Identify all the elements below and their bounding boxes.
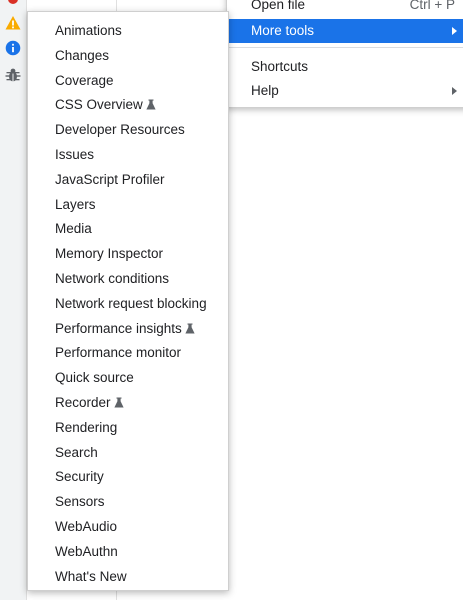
menu-item-label: Open file <box>251 0 306 12</box>
submenu-item-sensors[interactable]: Sensors <box>28 490 228 515</box>
submenu-item-label: Security <box>55 469 104 485</box>
menu-item-shortcuts[interactable]: Shortcuts <box>227 55 463 79</box>
submenu-item-label: Changes <box>55 47 110 63</box>
chevron-right-icon <box>452 27 457 35</box>
submenu-item-rendering[interactable]: Rendering <box>28 416 228 441</box>
submenu-item-label: Sensors <box>55 494 105 510</box>
submenu-item-network-conditions[interactable]: Network conditions <box>28 267 228 292</box>
submenu-item-webaudio[interactable]: WebAudio <box>28 515 228 540</box>
more-tools-submenu: Animations Changes Coverage CSS Overview Dev… <box>27 11 229 591</box>
submenu-item-label: Search <box>55 444 98 460</box>
submenu-item-label: Performance monitor <box>55 345 182 361</box>
submenu-item-animations[interactable]: Animations <box>28 19 228 44</box>
submenu-item-label: WebAudio <box>55 518 118 534</box>
menu-item-label: More tools <box>251 23 315 38</box>
submenu-item-label: Developer Resources <box>55 122 185 138</box>
submenu-item-layers[interactable]: Layers <box>28 193 228 218</box>
bug-icon[interactable] <box>5 67 21 83</box>
menu-item-label: Help <box>251 83 279 98</box>
submenu-item-performance-monitor[interactable]: Performance monitor <box>28 341 228 366</box>
submenu-item-label: Issues <box>55 146 95 162</box>
submenu-item-label: Coverage <box>55 72 114 88</box>
submenu-item-performance-insights[interactable]: Performance insights <box>28 317 228 342</box>
submenu-item-label: Network conditions <box>55 270 170 286</box>
error-icon[interactable] <box>8 0 18 4</box>
info-icon[interactable] <box>5 40 21 56</box>
submenu-item-memory-inspector[interactable]: Memory Inspector <box>28 242 228 267</box>
submenu-item-issues[interactable]: Issues <box>28 143 228 168</box>
submenu-item-label: Quick source <box>55 370 134 386</box>
submenu-item-label: Memory Inspector <box>55 246 164 262</box>
menu-item-help[interactable]: Help <box>227 79 463 103</box>
context-menu: Open file Ctrl + P More tools Shortcuts … <box>226 0 463 108</box>
submenu-item-network-request-blocking[interactable]: Network request blocking <box>28 292 228 317</box>
submenu-item-media[interactable]: Media <box>28 217 228 242</box>
experiment-flask-icon <box>185 323 195 334</box>
menu-item-shortcut: Ctrl + P <box>409 0 455 12</box>
submenu-item-changes[interactable]: Changes <box>28 44 228 69</box>
experiment-flask-icon <box>146 99 156 110</box>
submenu-item-search[interactable]: Search <box>28 441 228 466</box>
submenu-list: Animations Changes Coverage CSS Overview Dev… <box>28 12 228 589</box>
submenu-item-label: Layers <box>55 196 96 212</box>
submenu-item-label: Performance insights <box>55 320 182 336</box>
left-sidebar <box>0 0 27 600</box>
submenu-item-webauthn[interactable]: WebAuthn <box>28 540 228 565</box>
submenu-item-label: Animations <box>55 23 122 38</box>
warning-icon[interactable] <box>5 15 21 31</box>
submenu-item-security[interactable]: Security <box>28 465 228 490</box>
menu-item-more-tools[interactable]: More tools <box>227 19 463 43</box>
menu-separator <box>227 47 463 48</box>
menu-item-label: Shortcuts <box>251 59 309 74</box>
submenu-item-quick-source[interactable]: Quick source <box>28 366 228 391</box>
menu-item-open-file[interactable]: Open file Ctrl + P <box>227 0 463 17</box>
submenu-item-css-overview[interactable]: CSS Overview <box>28 93 228 118</box>
submenu-item-label: WebAuthn <box>55 543 118 559</box>
submenu-item-label: CSS Overview <box>55 97 143 113</box>
submenu-item-javascript-profiler[interactable]: JavaScript Profiler <box>28 168 228 193</box>
submenu-item-label: What's New <box>55 568 127 584</box>
submenu-item-label: Rendering <box>55 419 118 435</box>
submenu-item-label: Recorder <box>55 394 111 410</box>
submenu-item-coverage[interactable]: Coverage <box>28 69 228 94</box>
submenu-item-label: Network request blocking <box>55 295 207 311</box>
chevron-right-icon <box>452 87 457 95</box>
submenu-item-label: JavaScript Profiler <box>55 171 165 187</box>
submenu-item-label: Media <box>55 221 92 237</box>
experiment-flask-icon <box>113 397 124 408</box>
submenu-item-recorder[interactable]: Recorder <box>28 391 228 416</box>
submenu-item-what-s-new[interactable]: What's New <box>28 565 228 590</box>
submenu-item-developer-resources[interactable]: Developer Resources <box>28 118 228 143</box>
